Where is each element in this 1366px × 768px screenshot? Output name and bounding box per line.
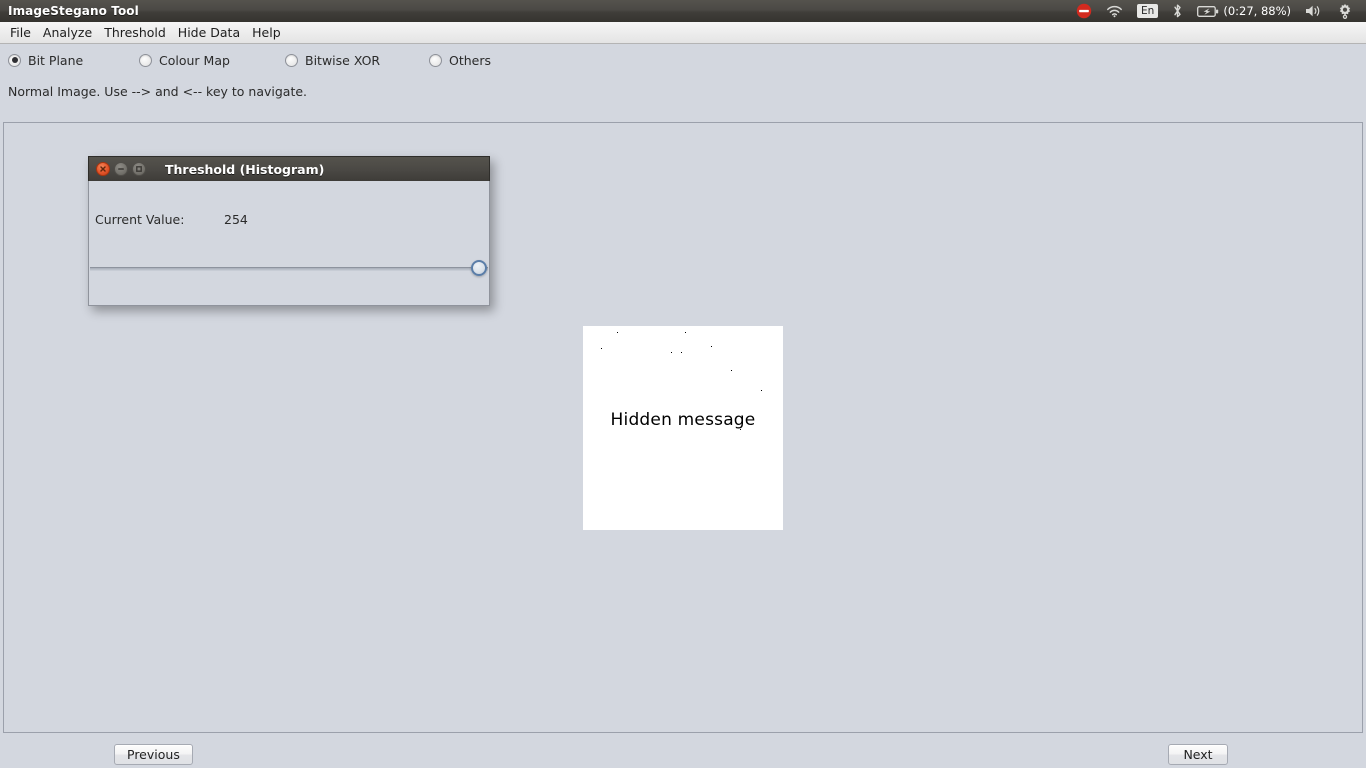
radio-label-others: Others [449,52,492,68]
noise-pixel [711,346,712,347]
mode-radio-group: Bit Plane Colour Map Bitwise XOR Others [0,48,1366,72]
menu-item-hide-data[interactable]: Hide Data [172,23,246,43]
keyboard-layout-indicator[interactable]: En [1130,0,1165,22]
dialog-title: Threshold (Histogram) [165,161,325,177]
image-display[interactable]: Hidden message [583,326,783,530]
threshold-slider[interactable] [89,260,489,280]
noise-pixel [617,332,618,333]
menu-item-file[interactable]: File [4,23,37,43]
battery-label: (0:27, 88%) [1223,4,1291,18]
radio-option-colour-map[interactable]: Colour Map [139,49,230,71]
dialog-body: Current Value: 254 [88,181,490,306]
bluetooth-icon[interactable] [1165,0,1190,22]
radio-option-others[interactable]: Others [429,49,491,71]
threshold-dialog[interactable]: Threshold (Histogram) Current Value: 254 [88,156,490,306]
current-value-number: 254 [224,212,248,227]
dialog-titlebar[interactable]: Threshold (Histogram) [88,156,490,181]
menu-bar: File Analyze Threshold Hide Data Help [0,22,1366,44]
app-title: ImageStegano Tool [8,4,139,18]
close-icon[interactable] [96,162,110,176]
radio-label-bitwise-xor: Bitwise XOR [305,52,381,68]
noise-pixel [761,390,762,391]
previous-button[interactable]: Previous [114,744,193,765]
noise-pixel [601,348,602,349]
menu-item-threshold[interactable]: Threshold [98,23,172,43]
image-hidden-message: Hidden message [610,410,756,430]
radio-indicator-colour-map [139,53,152,67]
wifi-icon[interactable] [1099,0,1130,22]
battery-indicator[interactable]: (0:27, 88%) [1190,0,1298,22]
top-panel: ImageStegano Tool En (0:27, 88%) [0,0,1366,22]
menu-item-help[interactable]: Help [246,23,287,43]
slider-track[interactable] [90,267,488,271]
maximize-icon[interactable] [132,162,146,176]
keyboard-layout-label: En [1137,4,1159,18]
gear-icon[interactable] [1330,0,1360,22]
system-tray: En (0:27, 88%) [1069,0,1366,22]
current-value-label: Current Value: [95,212,185,227]
do-not-disturb-icon[interactable] [1069,0,1099,22]
noise-pixel [731,370,732,371]
noise-pixel [685,332,686,333]
noise-pixel [671,352,672,353]
next-button[interactable]: Next [1168,744,1228,765]
minimize-icon[interactable] [114,162,128,176]
menu-item-analyze[interactable]: Analyze [37,23,98,43]
slider-handle[interactable] [471,260,487,276]
status-text: Normal Image. Use --> and <-- key to nav… [8,84,308,99]
radio-option-bitwise-xor[interactable]: Bitwise XOR [285,49,380,71]
radio-label-colour-map: Colour Map [159,52,230,68]
radio-indicator-bitwise-xor [285,53,298,67]
radio-indicator-others [429,53,442,67]
radio-option-bit-plane[interactable]: Bit Plane [8,49,83,71]
volume-icon[interactable] [1298,0,1330,22]
radio-label-bit-plane: Bit Plane [28,52,84,68]
radio-indicator-bit-plane [8,53,21,67]
noise-pixel [681,352,682,353]
